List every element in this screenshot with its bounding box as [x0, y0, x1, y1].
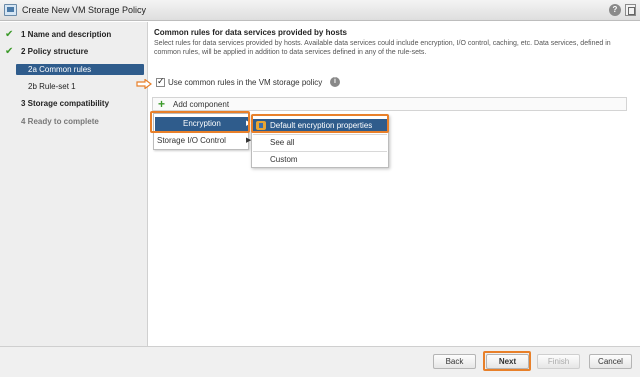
- finish-button: Finish: [537, 354, 580, 369]
- use-common-rules-row: Use common rules in the VM storage polic…: [156, 76, 456, 89]
- add-component-label: Add component: [173, 100, 230, 109]
- back-button[interactable]: Back: [433, 354, 476, 369]
- maximize-icon[interactable]: [625, 4, 636, 16]
- checkmark-icon: ✔: [5, 29, 14, 40]
- window-title: Create New VM Storage Policy: [22, 5, 147, 15]
- wizard-steps-sidebar: ✔ 1 Name and description ✔ 2 Policy stru…: [0, 22, 148, 346]
- storage-policy-icon: [4, 4, 17, 16]
- menu-item-storage-io-control[interactable]: Storage I/O Control ▶: [155, 134, 251, 148]
- add-icon: +: [158, 97, 166, 111]
- step-name-and-description[interactable]: ✔ 1 Name and description: [0, 29, 148, 42]
- cancel-button[interactable]: Cancel: [589, 354, 632, 369]
- wizard-footer: Back Next Finish Cancel: [0, 346, 640, 377]
- window-titlebar: Create New VM Storage Policy ?: [0, 0, 640, 21]
- step-common-rules[interactable]: 2a Common rules: [16, 64, 144, 75]
- callout-highlight: [483, 351, 531, 371]
- step-policy-structure[interactable]: ✔ 2 Policy structure: [0, 46, 148, 59]
- help-icon[interactable]: ?: [609, 4, 621, 16]
- callout-arrow-icon: [136, 79, 152, 89]
- checkmark-icon: ✔: [5, 46, 14, 57]
- submenu-item-custom[interactable]: Custom: [253, 153, 387, 167]
- step-rule-set-1[interactable]: 2b Rule-set 1: [0, 81, 148, 94]
- submenu-item-see-all[interactable]: See all: [253, 136, 387, 150]
- menu-divider: [253, 134, 387, 135]
- use-common-rules-label: Use common rules in the VM storage polic…: [168, 78, 323, 87]
- callout-highlight: [251, 114, 389, 133]
- menu-divider: [253, 151, 387, 152]
- info-icon[interactable]: i: [330, 77, 340, 87]
- callout-highlight: [150, 111, 250, 133]
- step-storage-compatibility[interactable]: 3 Storage compatibility: [0, 98, 148, 111]
- use-common-rules-checkbox[interactable]: [156, 76, 165, 87]
- common-rules-panel: Common rules for data services provided …: [149, 22, 640, 346]
- page-title: Common rules for data services provided …: [154, 28, 347, 37]
- page-description: Select rules for data services provided …: [154, 40, 611, 56]
- add-component-button[interactable]: + Add component: [152, 97, 627, 111]
- step-ready-to-complete: 4 Ready to complete: [21, 117, 99, 126]
